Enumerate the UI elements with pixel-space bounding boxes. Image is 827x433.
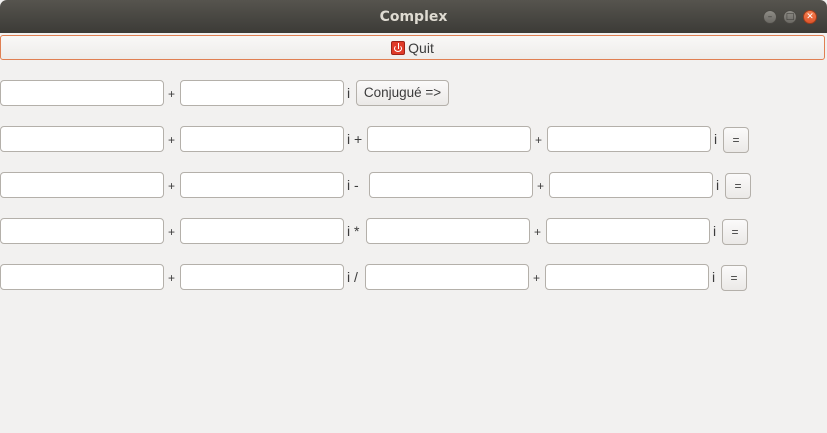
mul-plus2-label: +: [534, 225, 542, 239]
maximize-icon[interactable]: □: [783, 10, 797, 24]
div-plus1-label: +: [168, 271, 176, 285]
add-a-real-input[interactable]: [0, 126, 164, 152]
add-i-label: i: [714, 131, 718, 147]
add-plus1-label: +: [168, 133, 176, 147]
add-op-label: i +: [347, 131, 363, 147]
div-i-label: i: [712, 269, 716, 285]
power-icon: [391, 40, 406, 55]
mul-b-real-input[interactable]: [366, 218, 530, 244]
div-equals-button[interactable]: =: [721, 265, 747, 291]
sub-op-label: i -: [347, 177, 359, 193]
conj-i-label: i: [347, 85, 351, 101]
add-b-real-input[interactable]: [367, 126, 531, 152]
window-title: Complex: [379, 9, 448, 25]
sub-plus2-label: +: [537, 179, 545, 193]
quit-label: Quit: [408, 39, 434, 56]
mul-i-label: i: [713, 223, 717, 239]
conj-plus-label: +: [168, 87, 176, 101]
add-b-imag-input[interactable]: [547, 126, 711, 152]
sub-a-imag-input[interactable]: [180, 172, 344, 198]
add-plus2-label: +: [535, 133, 543, 147]
div-op-label: i /: [347, 269, 358, 285]
sub-i-label: i: [716, 177, 720, 193]
mul-op-label: i *: [347, 223, 360, 239]
sub-a-real-input[interactable]: [0, 172, 164, 198]
conj-imag-input[interactable]: [180, 80, 344, 106]
quit-button[interactable]: Quit: [0, 35, 825, 60]
sub-b-real-input[interactable]: [369, 172, 533, 198]
div-b-real-input[interactable]: [365, 264, 529, 290]
mul-b-imag-input[interactable]: [546, 218, 710, 244]
div-a-real-input[interactable]: [0, 264, 164, 290]
sub-b-imag-input[interactable]: [549, 172, 713, 198]
mul-a-imag-input[interactable]: [180, 218, 344, 244]
close-icon[interactable]: ✕: [803, 10, 817, 24]
title-bar: Complex – □ ✕: [0, 0, 827, 33]
sub-equals-button[interactable]: =: [725, 173, 751, 199]
div-plus2-label: +: [533, 271, 541, 285]
div-a-imag-input[interactable]: [180, 264, 344, 290]
mul-a-real-input[interactable]: [0, 218, 164, 244]
div-b-imag-input[interactable]: [545, 264, 709, 290]
conj-real-input[interactable]: [0, 80, 164, 106]
mul-equals-button[interactable]: =: [722, 219, 748, 245]
sub-plus1-label: +: [168, 179, 176, 193]
conjugate-button[interactable]: Conjugué =>: [356, 80, 449, 106]
minimize-icon[interactable]: –: [763, 10, 777, 24]
mul-plus1-label: +: [168, 225, 176, 239]
add-a-imag-input[interactable]: [180, 126, 344, 152]
add-equals-button[interactable]: =: [723, 127, 749, 153]
